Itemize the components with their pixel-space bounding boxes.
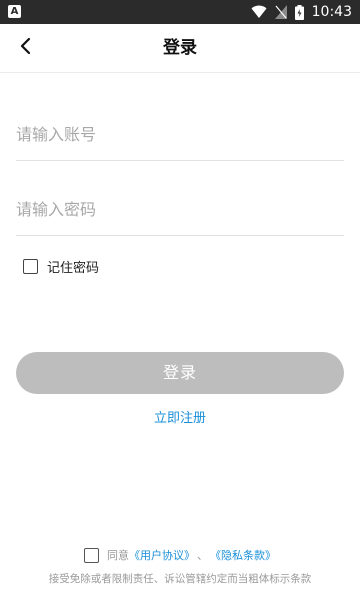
agreement-note: 接受免除或者限制责任、诉讼管辖约定而当粗体标示条款 — [48, 573, 312, 585]
battery-icon — [294, 4, 304, 20]
app-notification-icon: A — [8, 5, 21, 18]
status-bar: A 10:43 — [0, 0, 360, 24]
app-header: 登录 — [0, 24, 360, 73]
user-agreement-link[interactable]: 《用户协议》 — [129, 547, 195, 563]
password-field-container — [16, 183, 344, 236]
status-time: 10:43 — [311, 4, 352, 20]
account-input[interactable] — [16, 108, 344, 160]
account-field-container — [16, 108, 344, 161]
register-link-container: 立即注册 — [0, 407, 360, 426]
register-link[interactable]: 立即注册 — [154, 411, 206, 426]
agreement-separator: 、 — [197, 549, 208, 562]
agreement-prefix: 同意 — [107, 549, 129, 562]
agreement-checkbox[interactable] — [84, 547, 99, 563]
remember-password-toggle[interactable]: 记住密码 — [23, 256, 99, 276]
page-title: 登录 — [163, 38, 197, 58]
remember-password-checkbox[interactable] — [23, 258, 38, 274]
status-icons: 10:43 — [251, 0, 352, 24]
wifi-icon — [251, 5, 267, 19]
login-button[interactable]: 登录 — [16, 352, 344, 394]
agreement-row: 同意 《用户协议》 、 《隐私条款》 — [0, 546, 360, 564]
password-input[interactable] — [16, 183, 344, 235]
remember-password-label: 记住密码 — [47, 260, 100, 276]
login-screen: A 10:43 登录 请输入账号 记住密码 登录 立即注册 同意 《用户协议》 … — [0, 0, 360, 600]
privacy-policy-link[interactable]: 《隐私条款》 — [210, 547, 276, 563]
signal-icon — [274, 5, 287, 19]
